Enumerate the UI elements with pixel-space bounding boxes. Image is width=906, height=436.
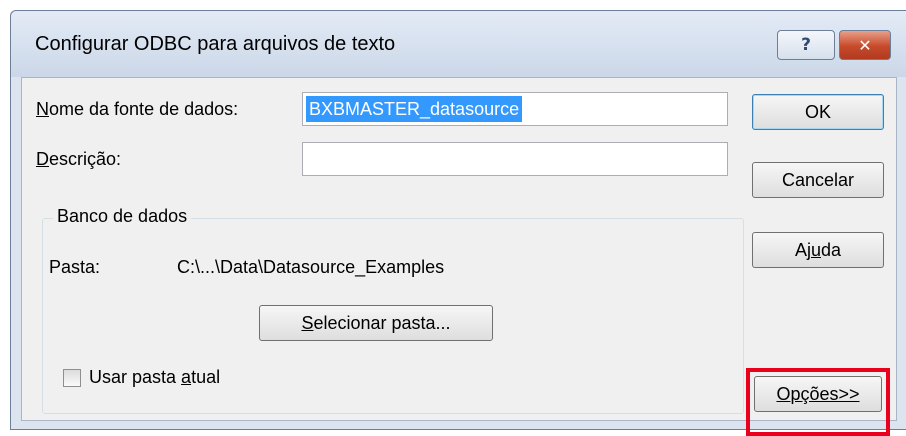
database-group-title: Banco de dados: [53, 206, 192, 227]
question-icon: ?: [801, 35, 811, 55]
options-highlight-box: [746, 368, 890, 436]
use-current-folder-label[interactable]: Usar pasta atual: [89, 367, 220, 388]
close-icon: ✕: [858, 35, 872, 55]
folder-path: C:\...\Data\Datasource_Examples: [177, 257, 445, 277]
datasource-name-label: Nome da fonte de dados:: [36, 99, 239, 119]
datasource-name-value: BXBMASTER_datasource: [306, 96, 523, 122]
database-group: Banco de dados Pasta: C:\...\Data\Dataso…: [42, 206, 744, 414]
window-title: Configurar ODBC para arquivos de texto: [35, 33, 396, 55]
close-button[interactable]: ✕: [839, 30, 891, 60]
help-button[interactable]: Aj u da: [752, 232, 884, 268]
title-bar: Configurar ODBC para arquivos de texto ?…: [11, 11, 906, 77]
ok-button[interactable]: OK: [752, 94, 884, 130]
folder-label: Pasta:: [49, 257, 101, 277]
dialog-body: Nome da fonte de dados: BXBMASTER_dataso…: [21, 77, 897, 436]
use-current-folder-checkbox[interactable]: [63, 369, 81, 387]
description-input[interactable]: [302, 142, 728, 176]
help-question-button[interactable]: ?: [777, 30, 835, 60]
datasource-name-input[interactable]: BXBMASTER_datasource: [302, 92, 728, 126]
cancel-button[interactable]: Cancelar: [752, 162, 884, 198]
dialog-window: Configurar ODBC para arquivos de texto ?…: [10, 10, 906, 436]
description-label: Descrição:: [36, 149, 122, 169]
select-folder-button[interactable]: Selecionar pasta...: [259, 305, 493, 341]
